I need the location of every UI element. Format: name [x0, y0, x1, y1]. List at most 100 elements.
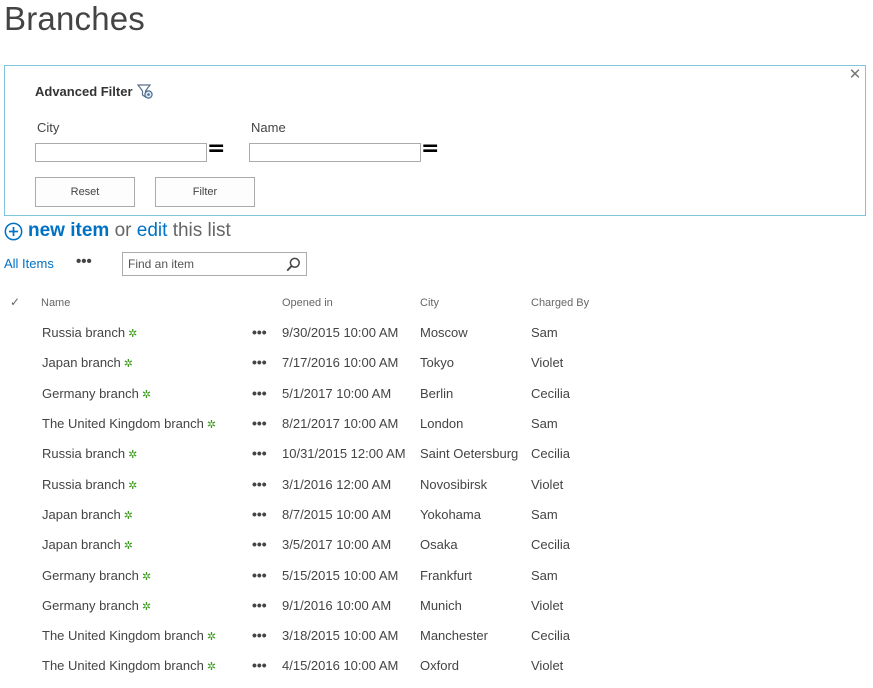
row-menu-ellipsis[interactable]: ••• — [252, 385, 267, 401]
row-menu-ellipsis[interactable]: ••• — [252, 476, 267, 492]
row-charged-by: Violet — [531, 477, 564, 492]
advanced-filter-panel: ✕ Advanced Filter City = Name = Reset Fi… — [4, 65, 866, 216]
row-menu-ellipsis[interactable]: ••• — [252, 567, 267, 583]
table-row[interactable]: The United Kingdom branch ✲ ••• 8/21/2017 1… — [0, 415, 873, 446]
row-name[interactable]: Germany branch ✲ — [42, 598, 151, 613]
row-city: Tokyo — [420, 355, 454, 370]
row-opened-in: 5/15/2015 10:00 AM — [282, 568, 399, 583]
row-name-link[interactable]: Russia branch — [42, 325, 125, 340]
row-name-link[interactable]: Germany branch — [42, 568, 139, 583]
new-item-badge-icon: ✲ — [206, 631, 217, 643]
edit-link[interactable]: edit — [137, 220, 168, 242]
name-filter-input[interactable] — [249, 143, 421, 162]
row-menu-ellipsis[interactable]: ••• — [252, 506, 267, 522]
row-name[interactable]: The United Kingdom branch ✲ — [42, 628, 216, 643]
row-name[interactable]: Germany branch ✲ — [42, 386, 151, 401]
row-charged-by: Cecilia — [531, 446, 571, 461]
row-opened-in: 7/17/2016 10:00 AM — [282, 355, 399, 370]
column-header-opened-in[interactable]: Opened in — [282, 297, 333, 309]
row-name[interactable]: Russia branch ✲ — [42, 446, 137, 461]
more-views-ellipsis[interactable]: ••• — [76, 253, 92, 270]
row-name[interactable]: The United Kingdom branch ✲ — [42, 658, 216, 673]
row-charged-by: Cecilia — [531, 537, 571, 552]
row-name[interactable]: Japan branch ✲ — [42, 537, 133, 552]
new-item-badge-icon: ✲ — [206, 661, 217, 673]
reset-button[interactable]: Reset — [35, 177, 135, 207]
row-city: Munich — [420, 598, 462, 613]
table-row[interactable]: Germany branch ✲ ••• 5/1/2017 10:00 AM Berli… — [0, 385, 873, 416]
search-input[interactable] — [123, 253, 288, 275]
view-all-items[interactable]: All Items — [4, 256, 54, 271]
row-name[interactable]: Japan branch ✲ — [42, 355, 133, 370]
table-row[interactable]: Japan branch ✲ ••• 8/7/2015 10:00 AM Yokoham… — [0, 506, 873, 537]
plus-circle-icon[interactable] — [4, 222, 23, 241]
page-title: Branches — [4, 0, 146, 37]
row-name-link[interactable]: Russia branch — [42, 477, 125, 492]
row-name-link[interactable]: The United Kingdom branch — [42, 628, 204, 643]
row-name-link[interactable]: Japan branch — [42, 355, 121, 370]
row-city: London — [420, 416, 464, 431]
row-name-link[interactable]: Germany branch — [42, 386, 139, 401]
select-all-checkmark[interactable]: ✓ — [10, 295, 20, 309]
row-charged-by: Sam — [531, 507, 558, 522]
row-name-link[interactable]: The United Kingdom branch — [42, 658, 204, 673]
row-menu-ellipsis[interactable]: ••• — [252, 627, 267, 643]
new-item-badge-icon: ✲ — [141, 601, 152, 613]
row-name[interactable]: Japan branch ✲ — [42, 507, 133, 522]
filter-button[interactable]: Filter — [155, 177, 255, 207]
row-name-link[interactable]: Japan branch — [42, 537, 121, 552]
row-name-link[interactable]: Germany branch — [42, 598, 139, 613]
row-menu-ellipsis[interactable]: ••• — [252, 415, 267, 431]
row-name[interactable]: The United Kingdom branch ✲ — [42, 416, 216, 431]
table-row[interactable]: The United Kingdom branch ✲ ••• 3/18/2015 1… — [0, 627, 873, 658]
row-charged-by: Cecilia — [531, 386, 571, 401]
row-city: Saint Oetersburg — [420, 446, 519, 461]
row-charged-by: Sam — [531, 568, 558, 583]
filter-icon — [136, 83, 154, 100]
table-row[interactable]: Germany branch ✲ ••• 9/1/2016 10:00 AM Munic… — [0, 597, 873, 628]
close-icon[interactable]: ✕ — [848, 67, 862, 82]
table-row[interactable]: Germany branch ✲ ••• 5/15/2015 10:00 AM Fran… — [0, 567, 873, 598]
row-name-link[interactable]: The United Kingdom branch — [42, 416, 204, 431]
row-menu-ellipsis[interactable]: ••• — [252, 324, 267, 340]
new-item-badge-icon: ✲ — [128, 449, 138, 461]
new-item-badge-icon: ✲ — [123, 540, 133, 552]
search-icon[interactable] — [286, 257, 301, 272]
table-row[interactable]: Russia branch ✲ ••• 10/31/2015 12:00 AM Sain… — [0, 445, 873, 476]
new-item-badge-icon: ✲ — [123, 510, 133, 522]
row-city: Novosibirsk — [420, 477, 488, 492]
column-header-city[interactable]: City — [420, 297, 439, 309]
row-opened-in: 3/1/2016 12:00 AM — [282, 477, 392, 492]
row-name[interactable]: Russia branch ✲ — [42, 325, 137, 340]
or-text: or — [114, 220, 132, 241]
table-row[interactable]: The United Kingdom branch ✲ ••• 4/15/2016 1… — [0, 657, 873, 688]
new-item-badge-icon: ✲ — [123, 358, 133, 370]
row-menu-ellipsis[interactable]: ••• — [252, 657, 267, 673]
row-menu-ellipsis[interactable]: ••• — [252, 536, 267, 552]
table-row[interactable]: Russia branch ✲ ••• 9/30/2015 10:00 AM Mosco… — [0, 324, 873, 355]
name-operator: = — [421, 136, 440, 161]
row-menu-ellipsis[interactable]: ••• — [252, 354, 267, 370]
row-menu-ellipsis[interactable]: ••• — [252, 445, 267, 461]
row-opened-in: 9/30/2015 10:00 AM — [282, 325, 399, 340]
table-row[interactable]: Russia branch ✲ ••• 3/1/2016 12:00 AM Novosi… — [0, 476, 873, 507]
row-charged-by: Violet — [531, 658, 564, 673]
column-header-charged-by[interactable]: Charged By — [531, 297, 589, 309]
row-opened-in: 8/21/2017 10:00 AM — [282, 416, 399, 431]
city-filter-input[interactable] — [35, 143, 207, 162]
row-name[interactable]: Russia branch ✲ — [42, 477, 137, 492]
row-menu-ellipsis[interactable]: ••• — [252, 597, 267, 613]
table-row[interactable]: Japan branch ✲ ••• 3/5/2017 10:00 AM Osaka Ce… — [0, 536, 873, 567]
column-header-name[interactable]: Name — [41, 297, 70, 309]
row-name[interactable]: Germany branch ✲ — [42, 568, 151, 583]
search-box — [122, 252, 307, 276]
new-item-link[interactable]: new item — [28, 220, 109, 242]
new-item-badge-icon: ✲ — [128, 480, 138, 492]
new-item-badge-icon: ✲ — [128, 328, 138, 340]
row-name-link[interactable]: Russia branch — [42, 446, 125, 461]
row-charged-by: Cecilia — [531, 628, 571, 643]
row-city: Berlin — [420, 386, 454, 401]
row-opened-in: 3/18/2015 10:00 AM — [282, 628, 399, 643]
row-name-link[interactable]: Japan branch — [42, 507, 121, 522]
table-row[interactable]: Japan branch ✲ ••• 7/17/2016 10:00 AM Tokyo V… — [0, 354, 873, 385]
